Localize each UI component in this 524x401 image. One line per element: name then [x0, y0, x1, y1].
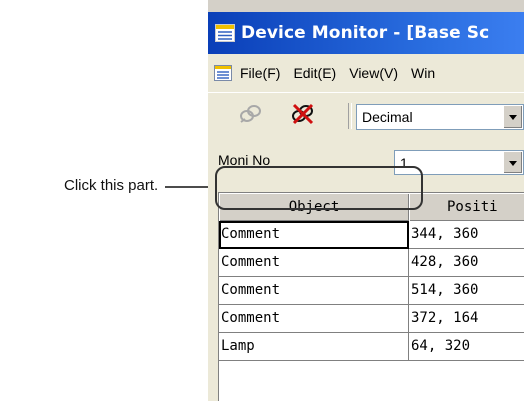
- title-bar[interactable]: Device Monitor - [Base Sc: [208, 12, 524, 54]
- toolbar: Decimal: [208, 92, 524, 138]
- dropdown-arrow-icon[interactable]: [503, 106, 522, 128]
- table-cell-position[interactable]: 344, 360: [409, 221, 524, 249]
- disconnect-icon[interactable]: [290, 102, 316, 126]
- menu-window[interactable]: Win: [411, 65, 435, 81]
- menu-file[interactable]: File(F): [240, 65, 280, 81]
- app-icon: [215, 24, 235, 42]
- table-cell-object[interactable]: Comment: [219, 221, 409, 249]
- menu-view[interactable]: View(V): [349, 65, 398, 81]
- object-table: Object Positi Comment 344, 360 Comment 4…: [218, 192, 524, 401]
- connect-icon[interactable]: [238, 102, 264, 126]
- display-format-select[interactable]: Decimal: [356, 104, 524, 130]
- table-cell-position[interactable]: 372, 164: [409, 305, 524, 333]
- table-cell-position[interactable]: 428, 360: [409, 249, 524, 277]
- column-header-object[interactable]: Object: [219, 193, 409, 221]
- moni-no-label: Moni No: [218, 152, 271, 168]
- table-cell-position[interactable]: 64, 320: [409, 333, 524, 361]
- moni-no-value: 1: [400, 155, 408, 171]
- menu-doc-icon[interactable]: [214, 65, 232, 81]
- device-monitor-window: Device Monitor - [Base Sc File(F) Edit(E…: [208, 0, 524, 401]
- moni-no-select[interactable]: 1: [394, 150, 524, 175]
- table-cell-object[interactable]: Lamp: [219, 333, 409, 361]
- dropdown-arrow-icon[interactable]: [503, 152, 522, 173]
- table-cell-object[interactable]: Comment: [219, 305, 409, 333]
- column-header-position[interactable]: Positi: [409, 193, 524, 221]
- display-format-value: Decimal: [362, 109, 413, 125]
- table-cell-object[interactable]: Comment: [219, 249, 409, 277]
- menu-bar: File(F) Edit(E) View(V) Win: [208, 54, 524, 92]
- toolbar-separator: [348, 103, 352, 129]
- menu-edit[interactable]: Edit(E): [293, 65, 336, 81]
- monitor-panel: Moni No 1 Object Positi Comment 344, 360…: [208, 138, 524, 401]
- callout-label: Click this part.: [64, 177, 159, 194]
- table-cell-position[interactable]: 514, 360: [409, 277, 524, 305]
- window-title: Device Monitor - [Base Sc: [241, 23, 490, 43]
- table-cell-object[interactable]: Comment: [219, 277, 409, 305]
